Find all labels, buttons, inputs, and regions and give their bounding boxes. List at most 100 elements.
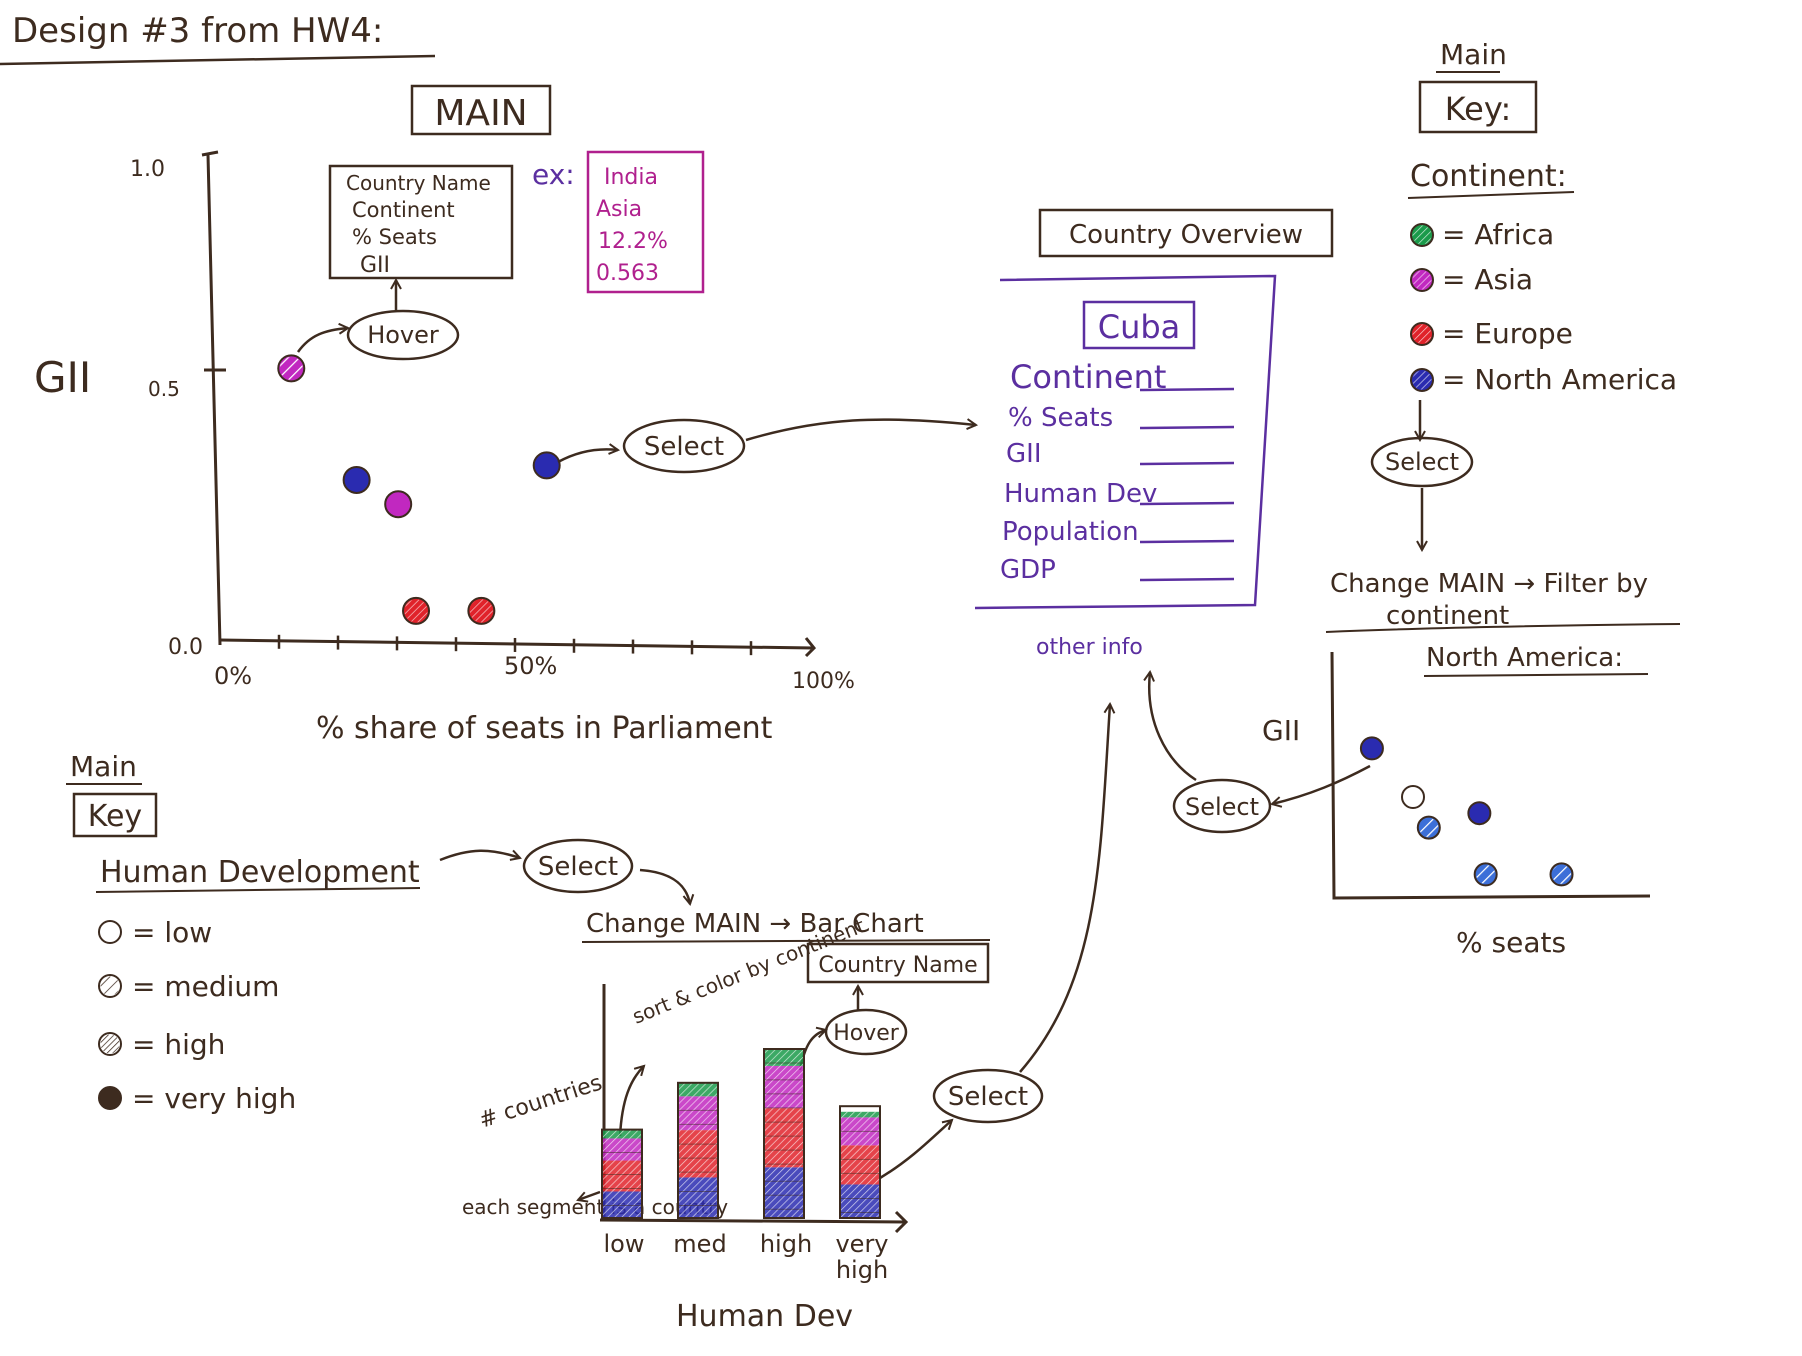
overview-field-blank xyxy=(1139,425,1235,430)
bar-segment-hatch xyxy=(678,1082,718,1097)
bar-x-axis-label: Human Dev xyxy=(676,1299,853,1334)
main-y-tick-label: 0.0 xyxy=(168,635,203,660)
whiteboard-sketch: Design #3 from HW4: MAIN 1.0 0.5 0.0 0% … xyxy=(0,0,1802,1356)
hover-label: Hover xyxy=(367,321,439,349)
hd-legend-swatch[interactable] xyxy=(98,1032,122,1056)
main-scatter-chart: 1.0 0.5 0.0 0% 50% 100% GII % share of s… xyxy=(34,150,855,746)
overview-field-blank xyxy=(1139,501,1235,506)
bar-category-label: med xyxy=(673,1230,726,1258)
hd-legend-label: = low xyxy=(132,916,212,949)
main-data-point[interactable] xyxy=(277,354,306,383)
bar-hover-label: Hover xyxy=(833,1021,900,1046)
filtered-data-point[interactable] xyxy=(1549,862,1574,887)
overview-country: Cuba xyxy=(1098,308,1181,346)
bar[interactable] xyxy=(839,1105,881,1219)
bar-segment-hatch xyxy=(678,1130,718,1178)
hd-legend-label: = very high xyxy=(132,1082,296,1115)
hd-action-text: Change MAIN → Bar Chart xyxy=(586,909,924,939)
overview-field-blank xyxy=(1139,577,1235,582)
bar-category-label: low xyxy=(604,1230,645,1258)
bar-segment-hatch xyxy=(840,1184,880,1218)
point-to-filtered-select-arrow xyxy=(1272,764,1371,804)
example-value: Asia xyxy=(596,197,642,222)
filtered-x-axis-label: % seats xyxy=(1456,926,1566,959)
continent-legend: = Africa = Asia = Europe = North America xyxy=(1410,218,1677,396)
bar-select-label: Select xyxy=(948,1082,1028,1112)
filtered-select-to-overview-arrow xyxy=(1149,672,1197,782)
filtered-data-point[interactable] xyxy=(1467,801,1492,826)
example-value: 12.2% xyxy=(598,229,668,254)
hd-select-to-action-arrow xyxy=(639,868,690,904)
continent-key-label: Key: xyxy=(1445,90,1511,128)
bar-segment-hatch xyxy=(678,1096,718,1131)
bar-to-select-arrow xyxy=(879,1120,952,1180)
filtered-data-point[interactable] xyxy=(1473,862,1498,887)
filtered-data-point[interactable] xyxy=(1359,736,1384,761)
tooltip-field: Continent xyxy=(352,198,455,222)
main-data-point[interactable] xyxy=(467,596,496,625)
hd-action-underline xyxy=(581,939,991,943)
continent-legend-swatch[interactable] xyxy=(1410,268,1434,292)
hd-legend-swatch[interactable] xyxy=(98,920,122,944)
continent-legend-swatch[interactable] xyxy=(1410,368,1434,392)
page-title: Design #3 from HW4: xyxy=(12,11,383,51)
main-x-axis-label: % share of seats in Parliament xyxy=(316,711,773,746)
main-data-point[interactable] xyxy=(342,465,371,494)
hd-legend-swatch[interactable] xyxy=(98,974,122,998)
main-x-tick-label: 50% xyxy=(504,652,557,680)
continent-legend-label: = Africa xyxy=(1442,218,1554,251)
hd-to-select-arrow xyxy=(439,849,520,862)
main-data-point[interactable] xyxy=(384,490,413,519)
sketch-canvas: Design #3 from HW4: MAIN 1.0 0.5 0.0 0% … xyxy=(0,11,1681,1334)
filtered-data-point[interactable] xyxy=(1416,815,1441,840)
main-y-tick-label: 1.0 xyxy=(130,157,165,182)
main-data-point[interactable] xyxy=(532,451,561,480)
main-scatter-points xyxy=(277,354,561,625)
overview-field-blank xyxy=(1139,387,1235,392)
example-prefix: ex: xyxy=(532,158,575,191)
title-underline xyxy=(0,54,436,66)
bar-tooltip: Country Name xyxy=(818,953,977,978)
bar-category-label: high xyxy=(760,1230,812,1258)
filtered-chart-title: North America: xyxy=(1426,643,1623,673)
overview-field-label: Population xyxy=(1002,517,1139,547)
continent-key-subtitle: Continent: xyxy=(1410,159,1567,194)
continent-legend-swatch[interactable] xyxy=(1410,223,1434,247)
bar-segment-hatch xyxy=(764,1108,804,1168)
bar-category-label: very xyxy=(835,1230,888,1258)
main-y-axis xyxy=(201,150,222,646)
continent-legend-swatch[interactable] xyxy=(1410,322,1434,346)
main-data-point[interactable] xyxy=(402,596,431,625)
overview-title: Country Overview xyxy=(1069,220,1303,250)
continent-legend-label: = Asia xyxy=(1442,263,1533,296)
overview-field-blank xyxy=(1139,539,1235,544)
bar-segment-hatch xyxy=(602,1191,642,1218)
overview-field-label: Human Dev xyxy=(1004,479,1157,509)
bar[interactable] xyxy=(763,1048,805,1219)
bar-segment-hatch xyxy=(840,1145,880,1185)
main-x-tick-label: 100% xyxy=(792,669,855,694)
filtered-select-label: Select xyxy=(1185,793,1259,821)
hd-key-subtitle: Human Development xyxy=(100,855,420,890)
hd-key-label: Key xyxy=(88,799,142,834)
hd-legend-swatch[interactable] xyxy=(98,1086,122,1110)
bar-select-to-overview-arrow xyxy=(1019,704,1110,1073)
bar[interactable] xyxy=(677,1081,719,1220)
bar-segment-hatch xyxy=(602,1129,642,1139)
overview-field-label: GDP xyxy=(1000,555,1056,585)
bar-category-label: high xyxy=(836,1256,888,1284)
main-x-tick-label: 0% xyxy=(214,662,252,690)
overview-fields: Continent% SeatsGIIHuman DevPopulationGD… xyxy=(1000,358,1235,585)
continent-legend-label: = North America xyxy=(1442,363,1677,396)
continent-select-label: Select xyxy=(1385,448,1459,476)
continent-key-heading: Main xyxy=(1440,38,1507,71)
hover-arrow xyxy=(296,328,348,353)
filtered-data-point[interactable] xyxy=(1401,785,1425,809)
example-value: India xyxy=(604,165,658,190)
hd-legend: = low = medium = high = very high xyxy=(98,916,296,1115)
bar-y-axis-label: # countries xyxy=(476,1070,605,1133)
filtered-scatter-chart: GII % seats xyxy=(1262,651,1651,959)
bar[interactable] xyxy=(601,1128,643,1219)
tooltip-field: % Seats xyxy=(352,225,437,249)
bar-chart-bars xyxy=(601,1048,881,1220)
